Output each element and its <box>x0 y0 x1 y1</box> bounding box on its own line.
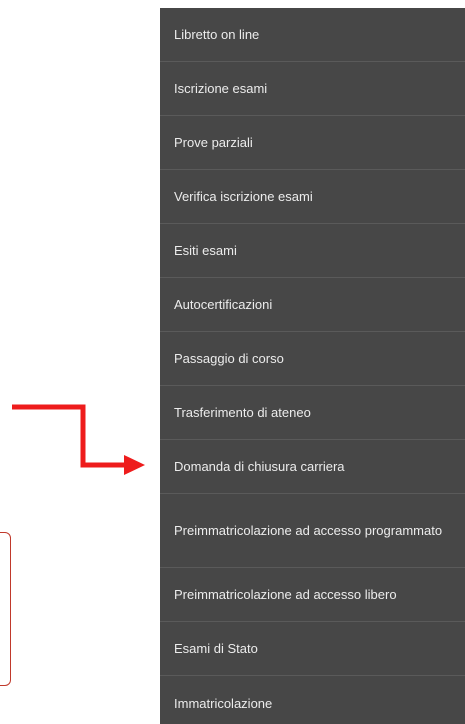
menu-item-label: Autocertificazioni <box>174 297 273 312</box>
menu-item-label: Preimmatricolazione ad accesso libero <box>174 587 397 602</box>
menu-item-passaggio-di-corso[interactable]: Passaggio di corso <box>160 332 465 386</box>
annotation-arrow <box>12 404 145 475</box>
screenshot-canvas: Libretto on line Iscrizione esami Prove … <box>0 0 465 724</box>
menu-item-preimmatricolazione-accesso-programmato[interactable]: Preimmatricolazione ad accesso programma… <box>160 494 465 568</box>
menu-item-label: Esiti esami <box>174 243 237 258</box>
menu-item-esiti-esami[interactable]: Esiti esami <box>160 224 465 278</box>
annotation-arrow-head <box>124 455 145 475</box>
menu-item-label: Verifica iscrizione esami <box>174 189 313 204</box>
menu-item-label: Immatricolazione <box>174 695 273 711</box>
menu-item-label: Prove parziali <box>174 135 253 150</box>
menu-item-esami-di-stato[interactable]: Esami di Stato <box>160 622 465 676</box>
menu-item-label: Domanda di chiusura carriera <box>174 459 345 474</box>
menu-item-iscrizione-esami[interactable]: Iscrizione esami <box>160 62 465 116</box>
sidebar-menu: Libretto on line Iscrizione esami Prove … <box>160 8 465 724</box>
menu-item-label: Iscrizione esami <box>174 81 268 96</box>
menu-item-verifica-iscrizione-esami[interactable]: Verifica iscrizione esami <box>160 170 465 224</box>
menu-item-prove-parziali[interactable]: Prove parziali <box>160 116 465 170</box>
menu-item-autocertificazioni[interactable]: Autocertificazioni <box>160 278 465 332</box>
menu-item-preimmatricolazione-accesso-libero[interactable]: Preimmatricolazione ad accesso libero <box>160 568 465 622</box>
menu-item-libretto-on-line[interactable]: Libretto on line <box>160 8 465 62</box>
menu-item-domanda-di-chiusura-carriera[interactable]: Domanda di chiusura carriera <box>160 440 465 494</box>
menu-item-label: Esami di Stato <box>174 641 258 656</box>
annotation-arrow-line <box>12 404 126 468</box>
menu-item-immatricolazione[interactable]: Immatricolazione <box>160 676 465 724</box>
menu-item-label: Passaggio di corso <box>174 351 284 366</box>
menu-item-label: Libretto on line <box>174 27 260 42</box>
menu-item-label: Preimmatricolazione ad accesso programma… <box>174 523 443 538</box>
menu-item-label: Trasferimento di ateneo <box>174 405 311 420</box>
menu-item-trasferimento-di-ateneo[interactable]: Trasferimento di ateneo <box>160 386 465 440</box>
